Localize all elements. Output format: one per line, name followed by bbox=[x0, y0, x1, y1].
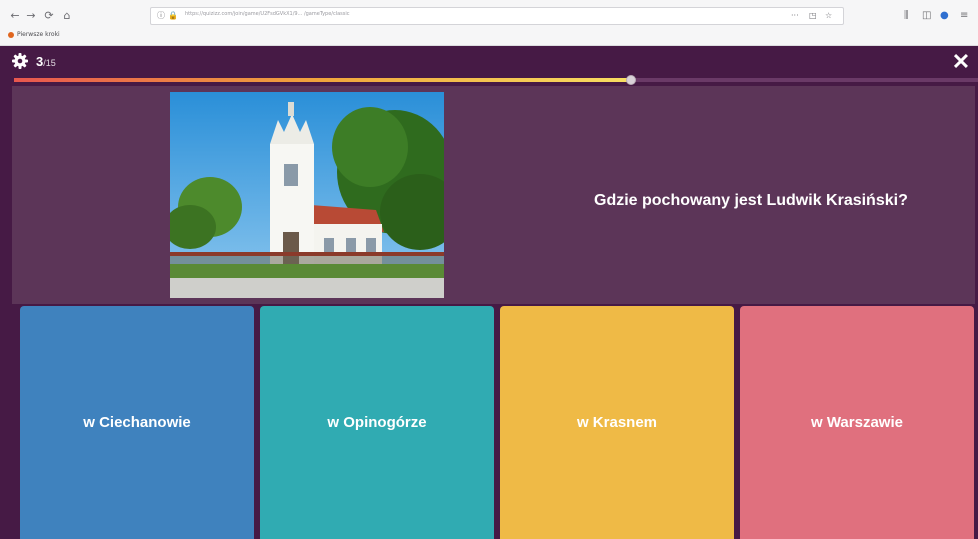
library-icon[interactable]: ⫼ bbox=[904, 9, 909, 23]
page-actions-icon[interactable]: ··· bbox=[791, 11, 799, 21]
progress-knob bbox=[625, 75, 636, 85]
star-icon[interactable]: ☆ bbox=[825, 11, 832, 21]
extension-icon[interactable]: ● bbox=[940, 9, 949, 23]
church-photo bbox=[170, 92, 444, 298]
gear-icon[interactable] bbox=[12, 53, 28, 69]
quiz-main: Gdzie pochowany jest Ludwik Krasiński? w… bbox=[0, 75, 978, 539]
home-icon[interactable]: ⌂ bbox=[60, 9, 74, 23]
bookmark-pierwsze-kroki[interactable]: Pierwsze kroki bbox=[8, 30, 60, 40]
sidebar-icon[interactable]: ◫ bbox=[922, 9, 931, 23]
progress-fill bbox=[14, 78, 631, 82]
menu-icon[interactable]: ≡ bbox=[960, 9, 968, 23]
question-panel: Gdzie pochowany jest Ludwik Krasiński? bbox=[12, 86, 975, 304]
firefox-icon bbox=[8, 31, 14, 38]
progress-bar bbox=[14, 75, 978, 85]
question-counter: 3/15 bbox=[36, 54, 56, 71]
forward-arrow-icon[interactable]: → bbox=[24, 9, 38, 23]
url-text: https://quizizz.com/join/game/U2FsdGVkX1… bbox=[185, 11, 350, 17]
info-icon[interactable]: ⓘ bbox=[157, 11, 165, 21]
answer-option-4[interactable]: w Warszawie bbox=[740, 306, 974, 539]
back-arrow-icon[interactable]: ← bbox=[8, 9, 22, 23]
close-icon[interactable]: ✕ bbox=[950, 51, 972, 73]
reload-icon[interactable]: ⟳ bbox=[42, 9, 56, 23]
answer-option-1[interactable]: w Ciechanowie bbox=[20, 306, 254, 539]
question-text: Gdzie pochowany jest Ludwik Krasiński? bbox=[594, 192, 908, 209]
address-bar[interactable]: ⓘ 🔒 https://quizizz.com/join/game/U2FsdG… bbox=[150, 7, 844, 25]
pocket-icon[interactable]: ◳ bbox=[809, 11, 817, 21]
answer-options: w Ciechanowie w Opinogórze w Krasnem w W… bbox=[20, 306, 978, 539]
lock-icon[interactable]: 🔒 bbox=[168, 11, 178, 21]
bookmark-label: Pierwsze kroki bbox=[17, 31, 60, 38]
answer-option-3[interactable]: w Krasnem bbox=[500, 306, 734, 539]
question-total: /15 bbox=[43, 58, 56, 68]
answer-option-2[interactable]: w Opinogórze bbox=[260, 306, 494, 539]
browser-toolbar: ← → ⟳ ⌂ ⓘ 🔒 https://quizizz.com/join/gam… bbox=[0, 0, 978, 46]
quiz-header: 3/15 ✕ bbox=[0, 46, 978, 78]
